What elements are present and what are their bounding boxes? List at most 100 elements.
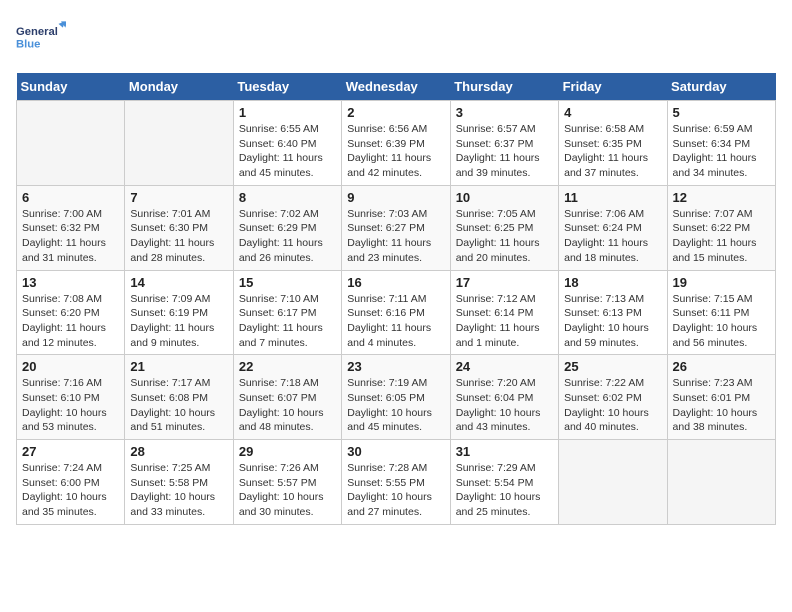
calendar-day-cell: 29 Sunrise: 7:26 AM Sunset: 5:57 PM Dayli…: [233, 440, 341, 525]
day-number: 3: [456, 105, 553, 120]
day-info: Sunrise: 7:10 AM Sunset: 6:17 PM Dayligh…: [239, 292, 336, 351]
svg-text:Blue: Blue: [16, 39, 40, 51]
day-info: Sunrise: 7:08 AM Sunset: 6:20 PM Dayligh…: [22, 292, 119, 351]
calendar-day-cell: 28 Sunrise: 7:25 AM Sunset: 5:58 PM Dayli…: [125, 440, 233, 525]
day-info: Sunrise: 7:17 AM Sunset: 6:08 PM Dayligh…: [130, 376, 227, 435]
calendar-day-cell: 25 Sunrise: 7:22 AM Sunset: 6:02 PM Dayli…: [559, 355, 667, 440]
calendar-day-cell: 15 Sunrise: 7:10 AM Sunset: 6:17 PM Dayli…: [233, 270, 341, 355]
day-info: Sunrise: 7:22 AM Sunset: 6:02 PM Dayligh…: [564, 376, 661, 435]
calendar-week-row: 27 Sunrise: 7:24 AM Sunset: 6:00 PM Dayli…: [17, 440, 776, 525]
weekday-header: Monday: [125, 73, 233, 101]
day-info: Sunrise: 6:59 AM Sunset: 6:34 PM Dayligh…: [673, 122, 770, 181]
day-number: 14: [130, 275, 227, 290]
day-info: Sunrise: 7:24 AM Sunset: 6:00 PM Dayligh…: [22, 461, 119, 520]
calendar-day-cell: 11Sunrise: 7:06 AM Sunset: 6:24 PM Dayli…: [559, 185, 667, 270]
logo-svg: General Blue: [16, 16, 66, 58]
day-number: 16: [347, 275, 444, 290]
calendar-table: SundayMondayTuesdayWednesdayThursdayFrid…: [16, 73, 776, 525]
calendar-day-cell: 27 Sunrise: 7:24 AM Sunset: 6:00 PM Dayli…: [17, 440, 125, 525]
day-info: Sunrise: 7:00 AM Sunset: 6:32 PM Dayligh…: [22, 207, 119, 266]
weekday-header: Tuesday: [233, 73, 341, 101]
day-info: Sunrise: 7:18 AM Sunset: 6:07 PM Dayligh…: [239, 376, 336, 435]
calendar-week-row: 13 Sunrise: 7:08 AM Sunset: 6:20 PM Dayli…: [17, 270, 776, 355]
day-number: 9: [347, 190, 444, 205]
calendar-day-cell: 19 Sunrise: 7:15 AM Sunset: 6:11 PM Dayli…: [667, 270, 775, 355]
day-info: Sunrise: 7:03 AM Sunset: 6:27 PM Dayligh…: [347, 207, 444, 266]
day-number: 1: [239, 105, 336, 120]
day-info: Sunrise: 7:01 AM Sunset: 6:30 PM Dayligh…: [130, 207, 227, 266]
day-number: 6: [22, 190, 119, 205]
day-info: Sunrise: 7:06 AM Sunset: 6:24 PM Dayligh…: [564, 207, 661, 266]
day-number: 17: [456, 275, 553, 290]
day-number: 28: [130, 444, 227, 459]
day-info: Sunrise: 6:58 AM Sunset: 6:35 PM Dayligh…: [564, 122, 661, 181]
weekday-header: Friday: [559, 73, 667, 101]
day-number: 27: [22, 444, 119, 459]
day-info: Sunrise: 7:09 AM Sunset: 6:19 PM Dayligh…: [130, 292, 227, 351]
day-info: Sunrise: 7:15 AM Sunset: 6:11 PM Dayligh…: [673, 292, 770, 351]
calendar-day-cell: 4 Sunrise: 6:58 AM Sunset: 6:35 PM Daylig…: [559, 101, 667, 186]
calendar-day-cell: 21 Sunrise: 7:17 AM Sunset: 6:08 PM Dayli…: [125, 355, 233, 440]
calendar-day-cell: 6 Sunrise: 7:00 AM Sunset: 6:32 PM Daylig…: [17, 185, 125, 270]
day-info: Sunrise: 7:25 AM Sunset: 5:58 PM Dayligh…: [130, 461, 227, 520]
day-info: Sunrise: 6:55 AM Sunset: 6:40 PM Dayligh…: [239, 122, 336, 181]
day-number: 21: [130, 359, 227, 374]
day-number: 29: [239, 444, 336, 459]
day-number: 2: [347, 105, 444, 120]
day-info: Sunrise: 7:29 AM Sunset: 5:54 PM Dayligh…: [456, 461, 553, 520]
day-number: 4: [564, 105, 661, 120]
day-number: 26: [673, 359, 770, 374]
day-number: 15: [239, 275, 336, 290]
calendar-day-cell: 5 Sunrise: 6:59 AM Sunset: 6:34 PM Daylig…: [667, 101, 775, 186]
calendar-day-cell: 12Sunrise: 7:07 AM Sunset: 6:22 PM Dayli…: [667, 185, 775, 270]
calendar-day-cell: 13 Sunrise: 7:08 AM Sunset: 6:20 PM Dayli…: [17, 270, 125, 355]
calendar-day-cell: [667, 440, 775, 525]
calendar-day-cell: 16 Sunrise: 7:11 AM Sunset: 6:16 PM Dayli…: [342, 270, 450, 355]
calendar-day-cell: 17 Sunrise: 7:12 AM Sunset: 6:14 PM Dayli…: [450, 270, 558, 355]
calendar-header-row: SundayMondayTuesdayWednesdayThursdayFrid…: [17, 73, 776, 101]
calendar-day-cell: 26 Sunrise: 7:23 AM Sunset: 6:01 PM Dayli…: [667, 355, 775, 440]
calendar-day-cell: 9 Sunrise: 7:03 AM Sunset: 6:27 PM Daylig…: [342, 185, 450, 270]
calendar-day-cell: [17, 101, 125, 186]
day-info: Sunrise: 7:12 AM Sunset: 6:14 PM Dayligh…: [456, 292, 553, 351]
calendar-day-cell: 31 Sunrise: 7:29 AM Sunset: 5:54 PM Dayli…: [450, 440, 558, 525]
day-number: 25: [564, 359, 661, 374]
day-info: Sunrise: 7:16 AM Sunset: 6:10 PM Dayligh…: [22, 376, 119, 435]
calendar-day-cell: 10 Sunrise: 7:05 AM Sunset: 6:25 PM Dayli…: [450, 185, 558, 270]
day-number: 7: [130, 190, 227, 205]
day-number: 5: [673, 105, 770, 120]
day-info: Sunrise: 7:11 AM Sunset: 6:16 PM Dayligh…: [347, 292, 444, 351]
day-number: 31: [456, 444, 553, 459]
day-info: Sunrise: 6:56 AM Sunset: 6:39 PM Dayligh…: [347, 122, 444, 181]
day-number: 19: [673, 275, 770, 290]
weekday-header: Wednesday: [342, 73, 450, 101]
day-number: 30: [347, 444, 444, 459]
day-number: 13: [22, 275, 119, 290]
day-number: 24: [456, 359, 553, 374]
day-info: Sunrise: 7:13 AM Sunset: 6:13 PM Dayligh…: [564, 292, 661, 351]
page-header: General Blue: [16, 16, 776, 63]
calendar-day-cell: 8Sunrise: 7:02 AM Sunset: 6:29 PM Daylig…: [233, 185, 341, 270]
calendar-day-cell: 20 Sunrise: 7:16 AM Sunset: 6:10 PM Dayli…: [17, 355, 125, 440]
day-info: Sunrise: 7:07 AM Sunset: 6:22 PM Dayligh…: [673, 207, 770, 266]
day-info: Sunrise: 7:28 AM Sunset: 5:55 PM Dayligh…: [347, 461, 444, 520]
day-number: 10: [456, 190, 553, 205]
day-info: Sunrise: 7:26 AM Sunset: 5:57 PM Dayligh…: [239, 461, 336, 520]
calendar-day-cell: 3 Sunrise: 6:57 AM Sunset: 6:37 PM Daylig…: [450, 101, 558, 186]
day-info: Sunrise: 7:19 AM Sunset: 6:05 PM Dayligh…: [347, 376, 444, 435]
calendar-day-cell: [559, 440, 667, 525]
calendar-day-cell: 22Sunrise: 7:18 AM Sunset: 6:07 PM Dayli…: [233, 355, 341, 440]
calendar-day-cell: 23Sunrise: 7:19 AM Sunset: 6:05 PM Dayli…: [342, 355, 450, 440]
day-info: Sunrise: 7:23 AM Sunset: 6:01 PM Dayligh…: [673, 376, 770, 435]
calendar-day-cell: 30 Sunrise: 7:28 AM Sunset: 5:55 PM Dayli…: [342, 440, 450, 525]
calendar-day-cell: 18Sunrise: 7:13 AM Sunset: 6:13 PM Dayli…: [559, 270, 667, 355]
calendar-week-row: 6 Sunrise: 7:00 AM Sunset: 6:32 PM Daylig…: [17, 185, 776, 270]
day-number: 8: [239, 190, 336, 205]
calendar-day-cell: 14 Sunrise: 7:09 AM Sunset: 6:19 PM Dayli…: [125, 270, 233, 355]
calendar-day-cell: [125, 101, 233, 186]
day-number: 20: [22, 359, 119, 374]
day-info: Sunrise: 7:05 AM Sunset: 6:25 PM Dayligh…: [456, 207, 553, 266]
svg-text:General: General: [16, 26, 58, 38]
day-info: Sunrise: 6:57 AM Sunset: 6:37 PM Dayligh…: [456, 122, 553, 181]
logo: General Blue: [16, 16, 66, 63]
